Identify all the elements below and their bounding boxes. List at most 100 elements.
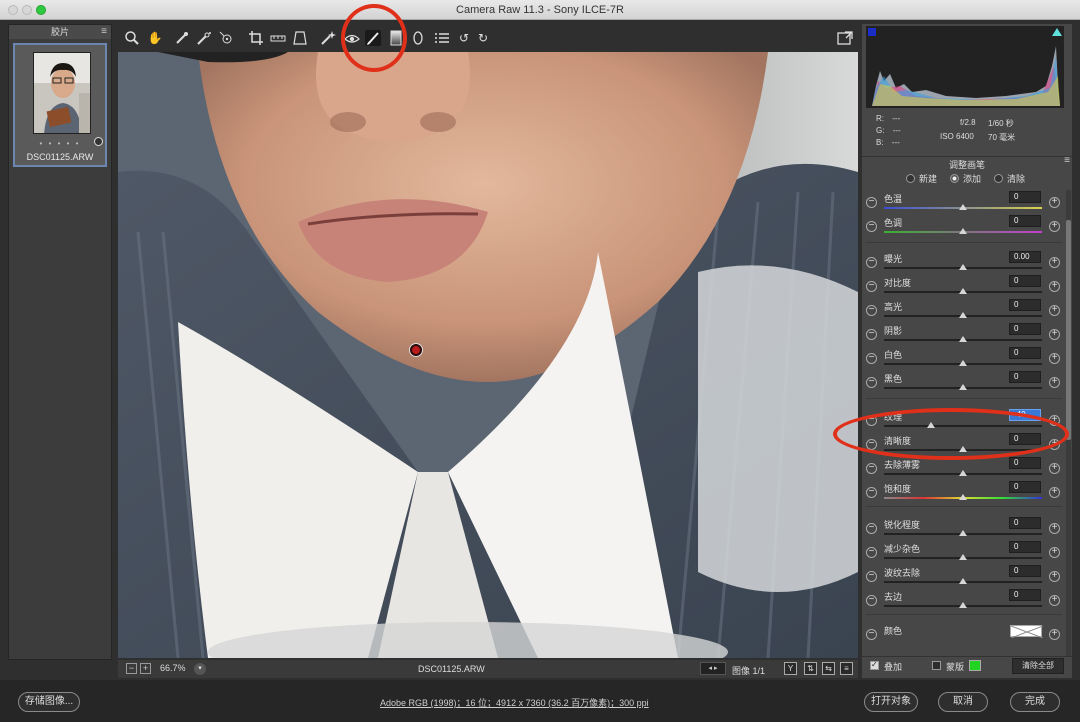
slider-value-field[interactable]: 0 bbox=[1009, 589, 1041, 601]
decrease-icon[interactable]: − bbox=[866, 377, 877, 388]
slider-thumb[interactable] bbox=[959, 360, 967, 366]
slider-thumb[interactable] bbox=[959, 470, 967, 476]
image-nav-buttons[interactable]: ◂ ▸ bbox=[700, 662, 726, 675]
slider-value-field[interactable]: 0 bbox=[1009, 541, 1041, 553]
increase-icon[interactable]: + bbox=[1049, 487, 1060, 498]
fullscreen-toggle-icon[interactable] bbox=[837, 30, 853, 46]
increase-icon[interactable]: + bbox=[1049, 629, 1060, 640]
preferences-icon[interactable] bbox=[434, 30, 450, 46]
mode-clear[interactable]: 清除 bbox=[994, 172, 1025, 185]
decrease-icon[interactable]: − bbox=[866, 353, 877, 364]
decrease-icon[interactable]: − bbox=[866, 305, 877, 316]
zoom-dropdown[interactable]: ▾ bbox=[194, 663, 206, 675]
workflow-options-link[interactable]: Adobe RGB (1998)；16 位；4912 x 7360 (36.2 … bbox=[380, 696, 649, 709]
increase-icon[interactable]: + bbox=[1049, 377, 1060, 388]
slider-value-field[interactable]: 0 bbox=[1009, 457, 1041, 469]
slider-thumb[interactable] bbox=[959, 264, 967, 270]
done-button[interactable]: 完成 bbox=[1010, 692, 1060, 712]
clear-all-button[interactable]: 清除全部 bbox=[1012, 658, 1064, 674]
decrease-icon[interactable]: − bbox=[866, 523, 877, 534]
swap-settings-button[interactable]: ⇅ bbox=[804, 662, 817, 675]
zoom-out-button[interactable]: − bbox=[126, 663, 137, 674]
decrease-icon[interactable]: − bbox=[866, 571, 877, 582]
slider-value-field[interactable]: 0 bbox=[1009, 323, 1041, 335]
zoom-in-button[interactable]: + bbox=[140, 663, 151, 674]
increase-icon[interactable]: + bbox=[1049, 329, 1060, 340]
decrease-icon[interactable]: − bbox=[866, 547, 877, 558]
mask-checkbox[interactable] bbox=[932, 661, 941, 670]
scrollbar-thumb[interactable] bbox=[1066, 220, 1071, 440]
spot-removal-icon[interactable] bbox=[320, 30, 336, 46]
decrease-icon[interactable]: − bbox=[866, 629, 877, 640]
slider-value-field[interactable]: 0 bbox=[1009, 565, 1041, 577]
decrease-icon[interactable]: − bbox=[866, 221, 877, 232]
increase-icon[interactable]: + bbox=[1049, 197, 1060, 208]
brush-pin-marker[interactable] bbox=[410, 344, 422, 356]
mode-add[interactable]: 添加 bbox=[950, 172, 981, 185]
increase-icon[interactable]: + bbox=[1049, 595, 1060, 606]
slider-value-field[interactable]: 0 bbox=[1009, 347, 1041, 359]
filmstrip-item[interactable]: • • • • • DSC01125.ARW bbox=[13, 43, 107, 167]
before-after-view-button[interactable]: Y bbox=[784, 662, 797, 675]
photo-thumbnail[interactable] bbox=[33, 52, 91, 134]
radio-clear[interactable] bbox=[994, 174, 1003, 183]
shadow-clipping-icon[interactable] bbox=[868, 28, 876, 36]
decrease-icon[interactable]: − bbox=[866, 463, 877, 474]
slider-value-field[interactable]: 0 bbox=[1009, 275, 1041, 287]
decrease-icon[interactable]: − bbox=[866, 197, 877, 208]
slider-value-field[interactable]: 0 bbox=[1009, 517, 1041, 529]
slider-thumb[interactable] bbox=[959, 554, 967, 560]
rotate-cw-icon[interactable]: ↻ bbox=[475, 30, 491, 46]
decrease-icon[interactable]: − bbox=[866, 281, 877, 292]
white-balance-icon[interactable] bbox=[174, 30, 190, 46]
decrease-icon[interactable]: − bbox=[866, 487, 877, 498]
image-preview[interactable] bbox=[118, 52, 858, 658]
slider-value-field[interactable]: 0 bbox=[1009, 371, 1041, 383]
slider-thumb[interactable] bbox=[959, 228, 967, 234]
slider-value-field[interactable]: 0 bbox=[1009, 215, 1041, 227]
open-object-button[interactable]: 打开对象 bbox=[864, 692, 918, 712]
slider-thumb[interactable] bbox=[959, 494, 967, 500]
increase-icon[interactable]: + bbox=[1049, 571, 1060, 582]
increase-icon[interactable]: + bbox=[1049, 305, 1060, 316]
panel-menu-icon[interactable]: ≡ bbox=[1064, 155, 1070, 166]
color-sampler-icon[interactable] bbox=[196, 30, 212, 46]
decrease-icon[interactable]: − bbox=[866, 257, 877, 268]
cancel-button[interactable]: 取消 bbox=[938, 692, 988, 712]
radio-new[interactable] bbox=[906, 174, 915, 183]
transform-icon[interactable] bbox=[292, 30, 308, 46]
target-adjust-icon[interactable] bbox=[218, 30, 234, 46]
decrease-icon[interactable]: − bbox=[866, 595, 877, 606]
radial-filter-icon[interactable] bbox=[410, 30, 426, 46]
slider-thumb[interactable] bbox=[959, 312, 967, 318]
brush-color-swatch[interactable] bbox=[1010, 625, 1044, 639]
slider-thumb[interactable] bbox=[959, 336, 967, 342]
highlight-clipping-icon[interactable] bbox=[1052, 28, 1062, 36]
zoom-icon[interactable] bbox=[124, 30, 140, 46]
rating-dots[interactable]: • • • • • bbox=[15, 139, 105, 148]
increase-icon[interactable]: + bbox=[1049, 523, 1060, 534]
crop-icon[interactable] bbox=[248, 30, 264, 46]
slider-thumb[interactable] bbox=[959, 288, 967, 294]
slider-thumb[interactable] bbox=[959, 530, 967, 536]
slider-thumb[interactable] bbox=[959, 384, 967, 390]
mask-color-swatch[interactable] bbox=[969, 660, 981, 671]
slider-value-field[interactable]: 0 bbox=[1009, 191, 1041, 203]
slider-value-field[interactable]: 0.00 bbox=[1009, 251, 1041, 263]
copy-settings-button[interactable]: ⇆ bbox=[822, 662, 835, 675]
slider-thumb[interactable] bbox=[959, 578, 967, 584]
increase-icon[interactable]: + bbox=[1049, 281, 1060, 292]
slider-value-field[interactable]: 0 bbox=[1009, 481, 1041, 493]
straighten-icon[interactable] bbox=[270, 30, 286, 46]
mode-new[interactable]: 新建 bbox=[906, 172, 937, 185]
slider-value-field[interactable]: 0 bbox=[1009, 299, 1041, 311]
save-image-button[interactable]: 存储图像... bbox=[18, 692, 80, 712]
increase-icon[interactable]: + bbox=[1049, 221, 1060, 232]
slider-thumb[interactable] bbox=[959, 204, 967, 210]
view-preferences-button[interactable]: ≡ bbox=[840, 662, 853, 675]
hand-icon[interactable]: ✋ bbox=[147, 30, 163, 46]
radio-add[interactable] bbox=[950, 174, 959, 183]
increase-icon[interactable]: + bbox=[1049, 257, 1060, 268]
slider-thumb[interactable] bbox=[959, 602, 967, 608]
increase-icon[interactable]: + bbox=[1049, 463, 1060, 474]
